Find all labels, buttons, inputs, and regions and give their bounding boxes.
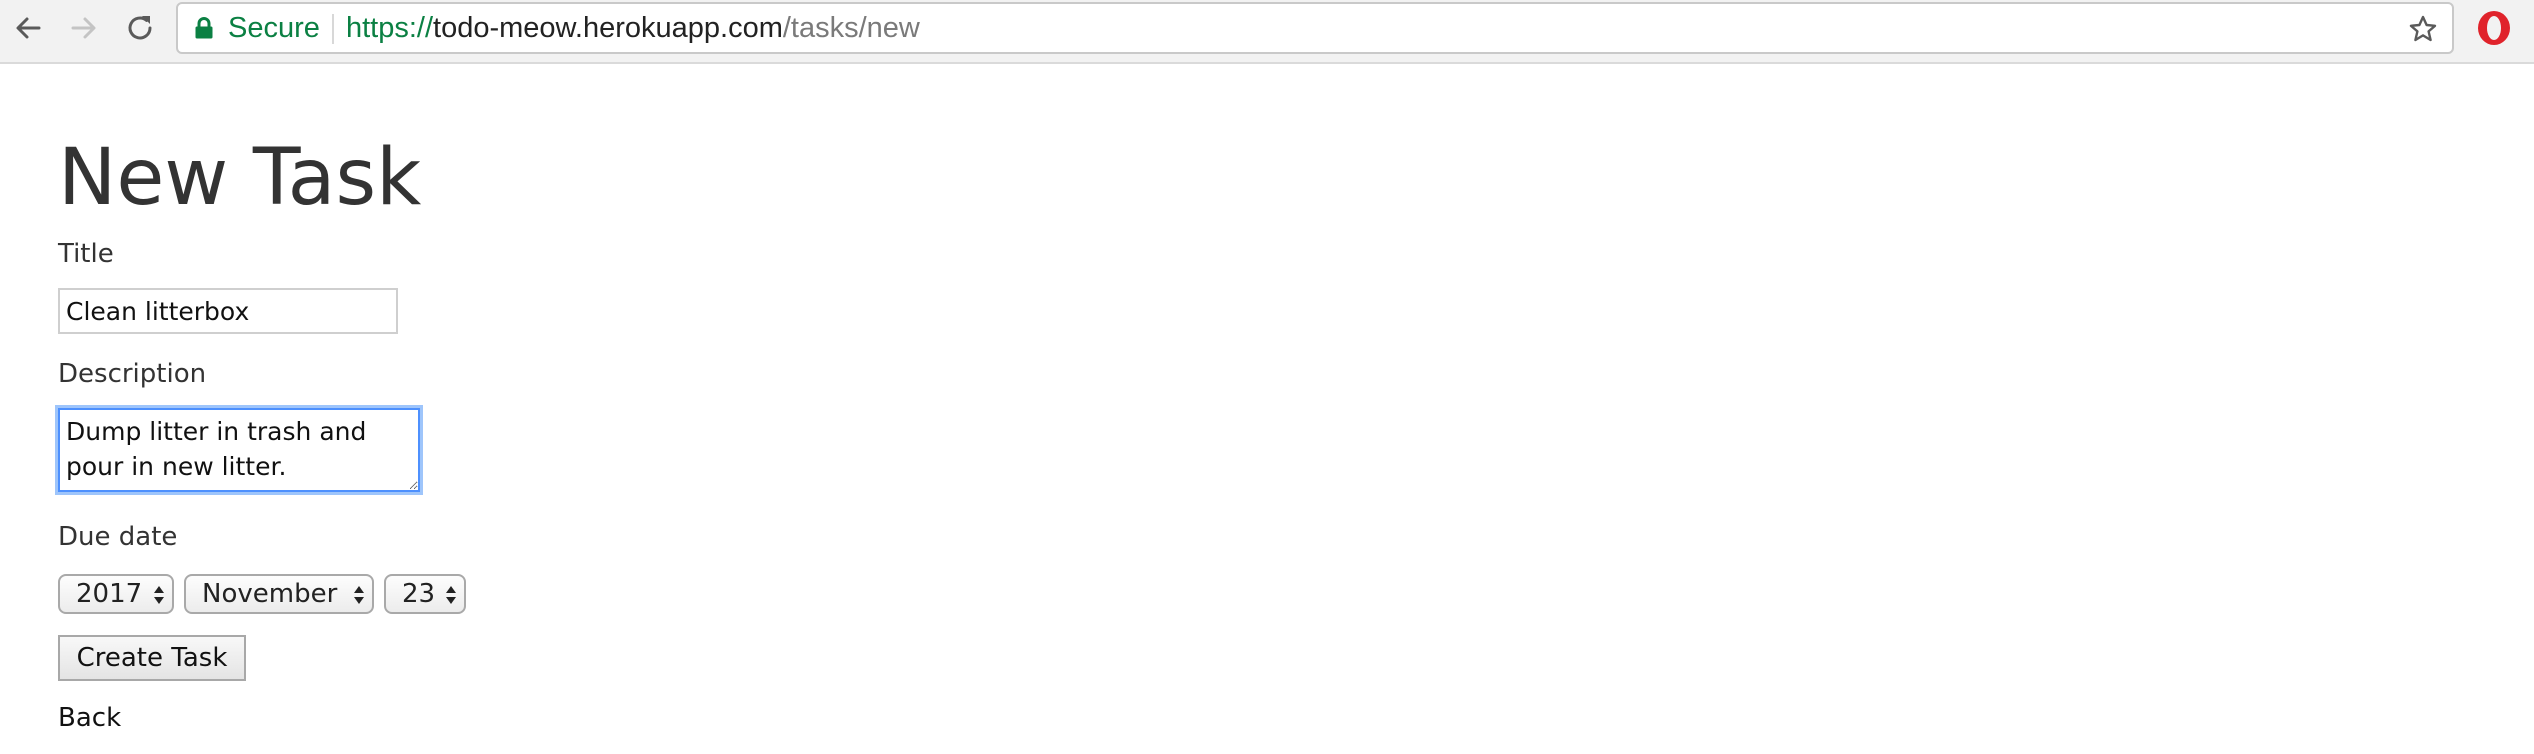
secure-label: Secure — [228, 12, 320, 44]
due-date-label: Due date — [58, 522, 178, 552]
url-text: https://todo-meow.herokuapp.com/tasks/ne… — [346, 11, 920, 45]
due-day-select[interactable]: 23 — [384, 574, 466, 614]
due-day-value: 23 — [402, 579, 436, 609]
browser-toolbar: Secure https://todo-meow.herokuapp.com/t… — [0, 0, 2534, 64]
description-label: Description — [58, 359, 207, 389]
select-arrows-icon — [154, 586, 164, 604]
address-bar[interactable]: Secure https://todo-meow.herokuapp.com/t… — [176, 2, 2454, 54]
arrow-right-icon — [71, 17, 96, 39]
bookmark-star-icon[interactable] — [2408, 14, 2438, 44]
title-input[interactable] — [58, 288, 398, 334]
due-month-value: November — [202, 579, 338, 609]
opera-logo-icon[interactable] — [2474, 8, 2514, 48]
lock-icon — [195, 17, 213, 39]
url-host: todo-meow.herokuapp.com — [433, 12, 783, 44]
back-link[interactable]: Back — [58, 702, 121, 734]
page-title: New Task — [58, 133, 422, 223]
due-month-select[interactable]: November — [184, 574, 374, 614]
select-arrows-icon — [354, 586, 364, 604]
select-arrows-icon — [446, 586, 456, 604]
due-year-value: 2017 — [76, 579, 143, 609]
description-textarea[interactable]: Dump litter in trash and pour in new lit… — [58, 408, 420, 492]
create-task-button[interactable]: Create Task — [58, 635, 246, 681]
omnibox-divider — [332, 14, 334, 44]
url-scheme: https:// — [346, 12, 434, 44]
reload-button[interactable] — [118, 6, 162, 50]
title-label: Title — [58, 239, 114, 269]
arrow-left-icon — [16, 17, 41, 39]
back-button[interactable] — [6, 6, 50, 50]
url-path: /tasks/new — [782, 12, 920, 44]
due-year-select[interactable]: 2017 — [58, 574, 174, 614]
reload-icon — [128, 16, 152, 40]
forward-button[interactable] — [62, 6, 106, 50]
